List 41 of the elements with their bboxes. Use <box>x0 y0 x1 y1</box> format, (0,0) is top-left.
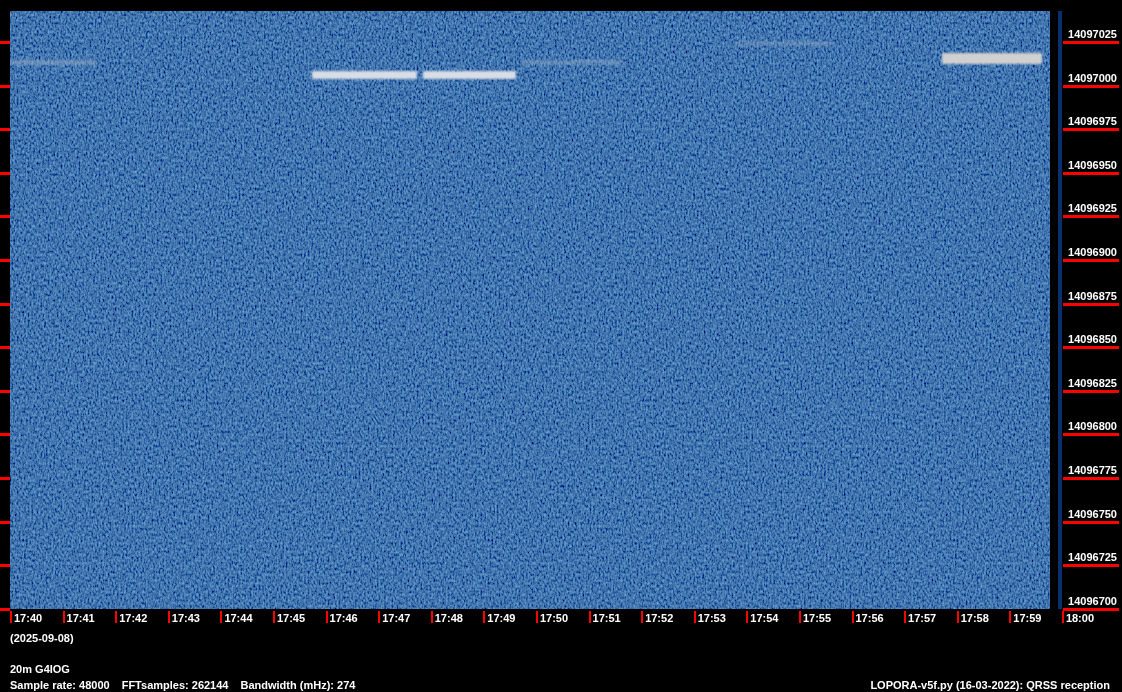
frequency-label: 14096800 <box>1068 420 1117 433</box>
time-label: 17:59 <box>1013 612 1042 624</box>
time-label: 17:49 <box>487 612 516 624</box>
time-label: 17:40 <box>14 612 43 624</box>
parameter-label: Sample rate: 48000 <box>10 679 110 691</box>
time-label: 17:55 <box>802 612 832 624</box>
frequency-label: 14097000 <box>1068 71 1117 84</box>
time-label: 17:56 <box>855 612 884 624</box>
program-label: LOPORA-v5f.py (16-03-2022): QRSS reception <box>870 679 1110 691</box>
frequency-label: 14096925 <box>1068 202 1117 215</box>
time-label: 17:48 <box>434 612 463 624</box>
time-label: 17:58 <box>960 612 989 624</box>
frequency-label: 14096725 <box>1068 551 1117 564</box>
time-label: 17:53 <box>697 612 726 624</box>
time-label: 18:00 <box>1065 612 1094 624</box>
frequency-label: 14096750 <box>1068 507 1117 520</box>
time-label: 17:54 <box>750 612 779 624</box>
frequency-label: 14096975 <box>1068 115 1117 128</box>
time-label: 17:43 <box>171 612 200 624</box>
time-label: 17:57 <box>908 612 937 624</box>
time-label: 17:51 <box>592 612 621 624</box>
frequency-label: 14096900 <box>1068 245 1117 258</box>
frequency-label: 14097025 <box>1068 28 1117 40</box>
time-label: 17:41 <box>66 612 95 624</box>
frequency-label: 14096850 <box>1068 333 1117 346</box>
time-label: 17:45 <box>276 612 306 624</box>
time-label: 17:44 <box>224 612 253 624</box>
time-label: 17:46 <box>329 612 358 624</box>
date-label: (2025-09-08) <box>10 632 75 644</box>
frequency-label: 14096875 <box>1068 289 1117 302</box>
time-label: 17:47 <box>382 612 411 624</box>
station-label: 20m G4IOG <box>10 663 71 675</box>
time-label: 17:52 <box>645 612 674 624</box>
frequency-label: 14096825 <box>1068 376 1117 389</box>
frequency-label: 14096775 <box>1068 463 1117 476</box>
time-label: 17:50 <box>539 612 569 624</box>
parameter-label: FFTsamples: 262144 <box>121 679 229 691</box>
time-label: 17:42 <box>119 612 148 624</box>
parameter-label: Bandwidth (mHz): 274 <box>240 679 356 691</box>
frequency-label: 14096700 <box>1068 594 1117 607</box>
frequency-label: 14096950 <box>1068 158 1117 171</box>
